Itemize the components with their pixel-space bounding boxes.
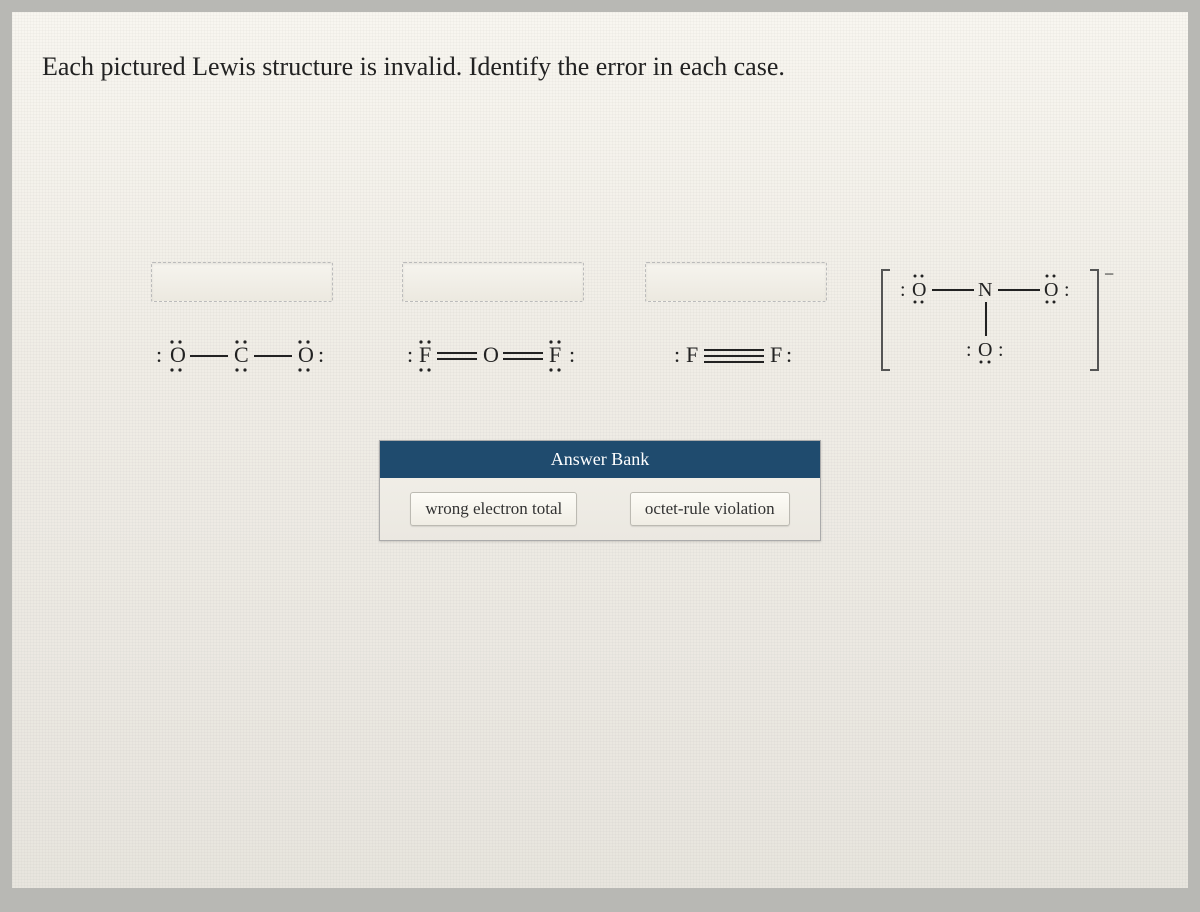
svg-text:O: O (1044, 279, 1059, 301)
svg-text:F: F (419, 342, 432, 367)
svg-text::: : (998, 339, 1005, 361)
structure-1: O : C O (142, 262, 342, 380)
lewis-1: O : C O (142, 330, 342, 380)
structure-3: : F F : (645, 262, 827, 380)
svg-text::: : (156, 342, 163, 367)
svg-text::: : (900, 279, 907, 301)
lewis-2: : F O F : (393, 330, 593, 380)
svg-text::: : (1064, 279, 1071, 301)
option-wrong-electron-total[interactable]: wrong electron total (410, 492, 577, 526)
svg-text::: : (674, 342, 681, 367)
structures-row: O : C O (142, 192, 1118, 380)
structure-4: : O N O : (878, 192, 1118, 380)
svg-text:N: N (978, 279, 993, 301)
structure-2: : F O F : (393, 262, 593, 380)
svg-text:O: O (912, 279, 927, 301)
svg-text:O: O (170, 342, 187, 367)
svg-text::: : (569, 342, 576, 367)
svg-text:−: − (1104, 264, 1115, 284)
svg-text::: : (966, 339, 973, 361)
svg-text:F: F (770, 342, 783, 367)
instruction-text: Each pictured Lewis structure is invalid… (42, 52, 1158, 82)
lewis-4: : O N O : (878, 260, 1118, 380)
svg-text::: : (407, 342, 414, 367)
answer-bank-body: wrong electron total octet-rule violatio… (380, 478, 820, 540)
question-card: Each pictured Lewis structure is invalid… (12, 12, 1188, 888)
lewis-3: : F F : (646, 330, 826, 380)
option-octet-rule-violation[interactable]: octet-rule violation (630, 492, 790, 526)
answer-bank: Answer Bank wrong electron total octet-r… (379, 440, 821, 541)
svg-text::: : (318, 342, 325, 367)
svg-text:O: O (298, 342, 315, 367)
svg-text:C: C (234, 342, 250, 367)
svg-text:O: O (978, 339, 993, 361)
drop-zone-3[interactable] (645, 262, 827, 302)
svg-text:O: O (483, 342, 500, 367)
svg-text::: : (786, 342, 793, 367)
svg-text:F: F (686, 342, 699, 367)
svg-text:F: F (549, 342, 562, 367)
drop-zone-1[interactable] (151, 262, 333, 302)
answer-bank-title: Answer Bank (380, 441, 820, 478)
drop-zone-2[interactable] (402, 262, 584, 302)
